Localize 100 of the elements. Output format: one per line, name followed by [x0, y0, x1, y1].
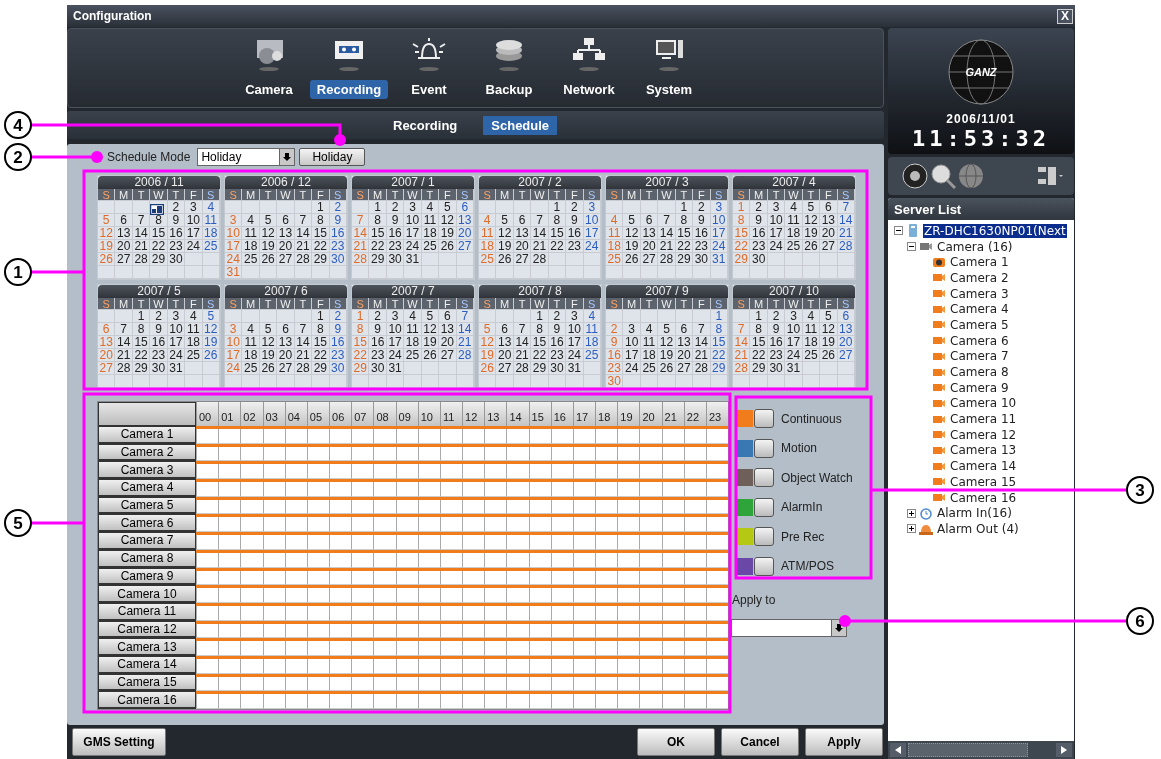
tree-item[interactable]: Camera 3: [949, 286, 1010, 301]
tree-item[interactable]: ZR-DHC1630NP01(Next: [923, 223, 1067, 238]
calendar-day[interactable]: 26: [259, 253, 278, 265]
calendar-day[interactable]: 30: [329, 253, 347, 265]
calendar-day[interactable]: 12: [259, 336, 278, 348]
calendar-day[interactable]: 24: [767, 240, 786, 252]
calendar-day[interactable]: 9: [329, 214, 347, 226]
holiday-button[interactable]: Holiday: [299, 148, 366, 166]
calendar-day[interactable]: 13: [456, 214, 474, 226]
tree-item[interactable]: Alarm In(16): [936, 506, 1013, 521]
calendar-day[interactable]: 25: [185, 349, 203, 361]
calendar-day[interactable]: 8: [150, 214, 168, 226]
calendar-day[interactable]: 25: [583, 349, 601, 361]
calendar-day[interactable]: 4: [421, 201, 440, 213]
calendar-day[interactable]: 24: [583, 240, 601, 252]
camera-row-button[interactable]: Camera 7: [98, 532, 196, 550]
calendar-day[interactable]: 28: [456, 349, 474, 361]
calendar-day[interactable]: 6: [277, 214, 295, 226]
calendar-day[interactable]: 5: [623, 214, 641, 226]
calendar-day[interactable]: 30: [548, 362, 567, 374]
schedule-bar[interactable]: [196, 673, 728, 677]
calendar-day[interactable]: 12: [421, 323, 440, 335]
calendar-day[interactable]: 1: [531, 310, 549, 322]
calendar-day[interactable]: 10: [710, 214, 728, 226]
calendar-day[interactable]: 31: [785, 362, 803, 374]
calendar-day[interactable]: 3: [404, 201, 422, 213]
calendar-day[interactable]: 14: [456, 323, 474, 335]
calendar-day[interactable]: 12: [658, 336, 676, 348]
calendar-day[interactable]: 31: [386, 362, 405, 374]
calendar-day[interactable]: 19: [820, 336, 838, 348]
calendar-day[interactable]: 2: [386, 201, 405, 213]
mode-button[interactable]: [754, 497, 774, 517]
expand-icon[interactable]: [907, 508, 916, 518]
calendar-day[interactable]: 5: [259, 323, 278, 335]
schedule-bar[interactable]: [196, 514, 728, 518]
calendar-day[interactable]: 15: [312, 227, 330, 239]
calendar-day[interactable]: 26: [259, 362, 278, 374]
calendar-day[interactable]: 7: [294, 214, 313, 226]
calendar-day[interactable]: 22: [132, 349, 151, 361]
calendar-day[interactable]: 29: [750, 362, 768, 374]
calendar-day[interactable]: 16: [548, 336, 567, 348]
calendar-day[interactable]: 23: [329, 349, 347, 361]
calendar-day[interactable]: 20: [675, 349, 694, 361]
calendar-day[interactable]: 3: [785, 310, 803, 322]
calendar-day[interactable]: 26: [802, 240, 821, 252]
calendar-day[interactable]: 27: [820, 240, 838, 252]
calendar-day[interactable]: 6: [439, 310, 457, 322]
calendar-day[interactable]: 23: [150, 349, 168, 361]
calendar-day[interactable]: 13: [513, 227, 532, 239]
calendar-day[interactable]: 16: [386, 227, 405, 239]
calendar-day[interactable]: 16: [329, 227, 347, 239]
calendar-day[interactable]: 13: [640, 227, 659, 239]
calendar-day[interactable]: 2: [693, 201, 711, 213]
calendar-day[interactable]: 25: [640, 362, 659, 374]
nav-tab[interactable]: Recording: [309, 80, 389, 99]
calendar-day[interactable]: 17: [167, 336, 186, 348]
calendar-day[interactable]: 27: [439, 349, 457, 361]
calendar-day[interactable]: 24: [167, 349, 186, 361]
calendar-day[interactable]: 15: [531, 336, 549, 348]
calendar-day[interactable]: 22: [750, 349, 768, 361]
tree-item[interactable]: Camera 4: [949, 302, 1010, 317]
calendar-day[interactable]: 9: [693, 214, 711, 226]
calendar-day[interactable]: 3: [386, 310, 405, 322]
calendar-day[interactable]: 3: [566, 310, 584, 322]
tree-item[interactable]: Camera 2: [949, 270, 1010, 285]
calendar-day[interactable]: 20: [837, 336, 855, 348]
calendar-day[interactable]: 18: [242, 240, 260, 252]
calendar-day[interactable]: 7: [658, 214, 676, 226]
calendar-day[interactable]: 19: [658, 349, 676, 361]
gms-setting-button[interactable]: GMS Setting: [72, 728, 166, 756]
calendar-day[interactable]: 15: [312, 336, 330, 348]
apply-to-dropdown[interactable]: [731, 619, 847, 637]
calendar-day[interactable]: 2: [329, 310, 347, 322]
calendar-day[interactable]: 17: [566, 336, 584, 348]
calendar-day[interactable]: 8: [369, 214, 387, 226]
calendar-day[interactable]: 14: [693, 336, 711, 348]
calendar-day[interactable]: 16: [693, 227, 711, 239]
calendar-day[interactable]: 8: [312, 214, 330, 226]
schedule-mode-dropdown[interactable]: Holiday: [197, 148, 296, 166]
calendar-day[interactable]: 5: [439, 201, 457, 213]
calendar-day[interactable]: 26: [202, 349, 220, 361]
calendar-day[interactable]: 23: [329, 240, 347, 252]
calendar-day[interactable]: 22: [710, 349, 728, 361]
calendar-day[interactable]: 18: [785, 227, 803, 239]
schedule-bar[interactable]: [196, 585, 728, 589]
calendar-day[interactable]: 28: [837, 240, 855, 252]
calendar-day[interactable]: 4: [640, 323, 659, 335]
schedule-bar[interactable]: [196, 496, 728, 500]
calendar-day[interactable]: 19: [421, 336, 440, 348]
calendar-day[interactable]: 14: [513, 336, 532, 348]
calendar-day[interactable]: 12: [802, 214, 821, 226]
calendar-day[interactable]: 13: [837, 323, 855, 335]
calendar-day[interactable]: 16: [167, 227, 186, 239]
calendar-day[interactable]: 1: [369, 201, 387, 213]
schedule-bar[interactable]: [196, 549, 728, 553]
calendar-day[interactable]: 1: [548, 201, 567, 213]
camera-row-button[interactable]: Camera 4: [98, 479, 196, 497]
calendar-day[interactable]: 17: [623, 349, 641, 361]
calendar-day[interactable]: 28: [531, 253, 549, 265]
calendar-day[interactable]: 16: [329, 336, 347, 348]
